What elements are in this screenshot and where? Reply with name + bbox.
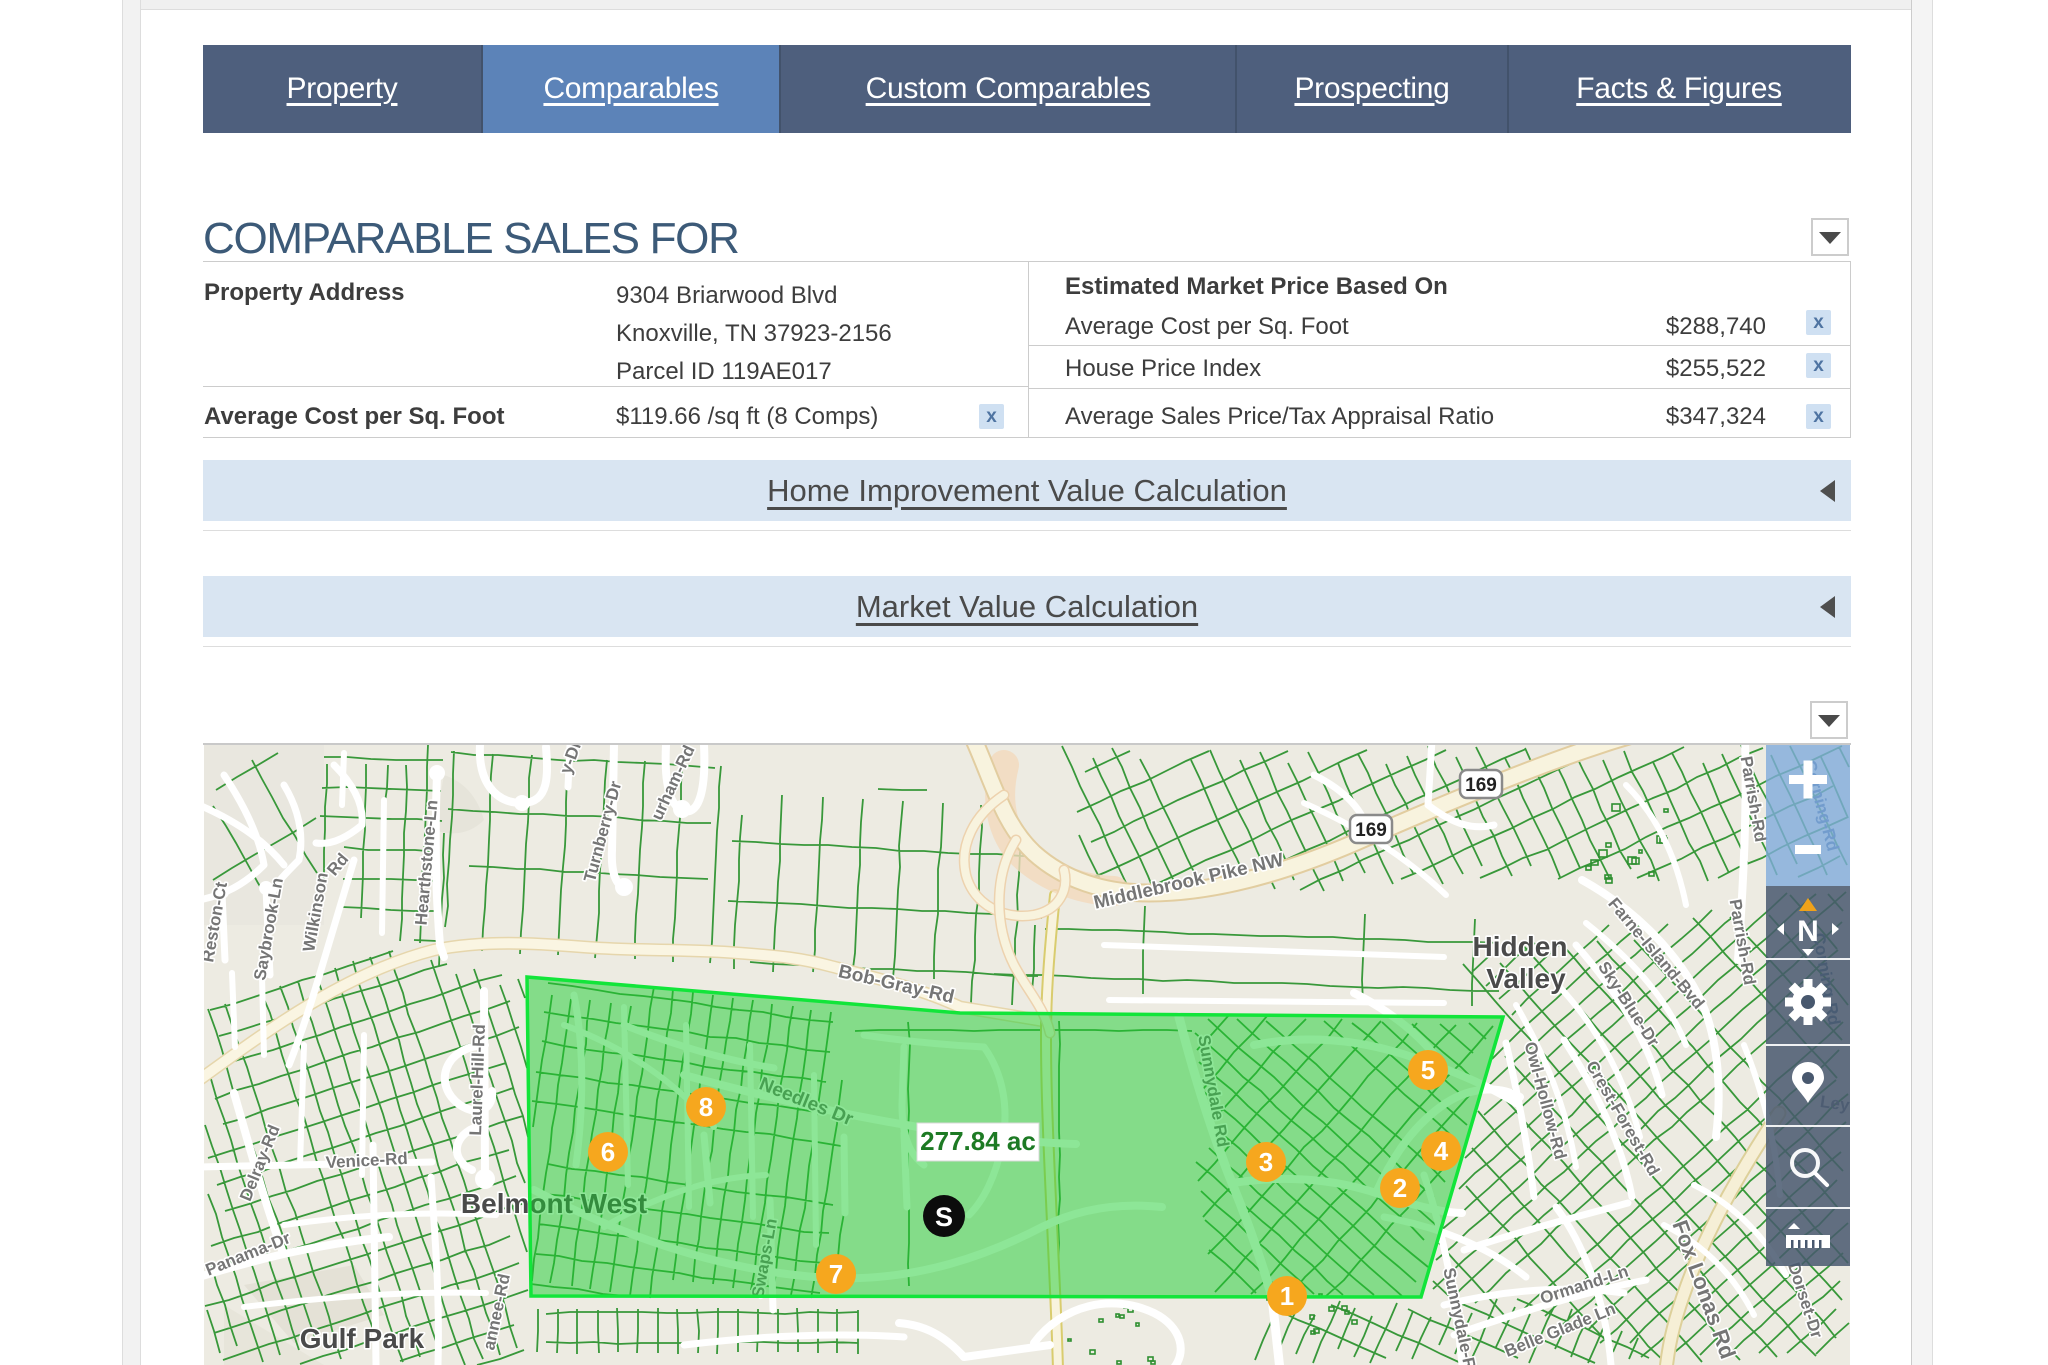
svg-text:169: 169: [1355, 820, 1387, 841]
svg-text:N: N: [1797, 915, 1819, 948]
svg-text:1: 1: [1280, 1281, 1294, 1311]
svg-text:Valley: Valley: [1486, 963, 1566, 994]
svg-text:S: S: [935, 1202, 953, 1232]
svg-text:277.84 ac: 277.84 ac: [920, 1126, 1036, 1156]
svg-text:8: 8: [699, 1092, 713, 1122]
svg-text:3: 3: [1259, 1147, 1273, 1177]
svg-text:Hidden: Hidden: [1473, 931, 1568, 962]
svg-text:4: 4: [1434, 1136, 1449, 1166]
svg-text:2: 2: [1393, 1173, 1407, 1203]
svg-text:Laurel-Hill-Rd: Laurel-Hill-Rd: [466, 1024, 489, 1136]
svg-text:5: 5: [1421, 1055, 1435, 1085]
svg-text:7: 7: [829, 1259, 843, 1289]
svg-text:Gulf Park: Gulf Park: [300, 1323, 425, 1354]
svg-text:169: 169: [1465, 775, 1497, 796]
svg-text:6: 6: [601, 1137, 615, 1167]
